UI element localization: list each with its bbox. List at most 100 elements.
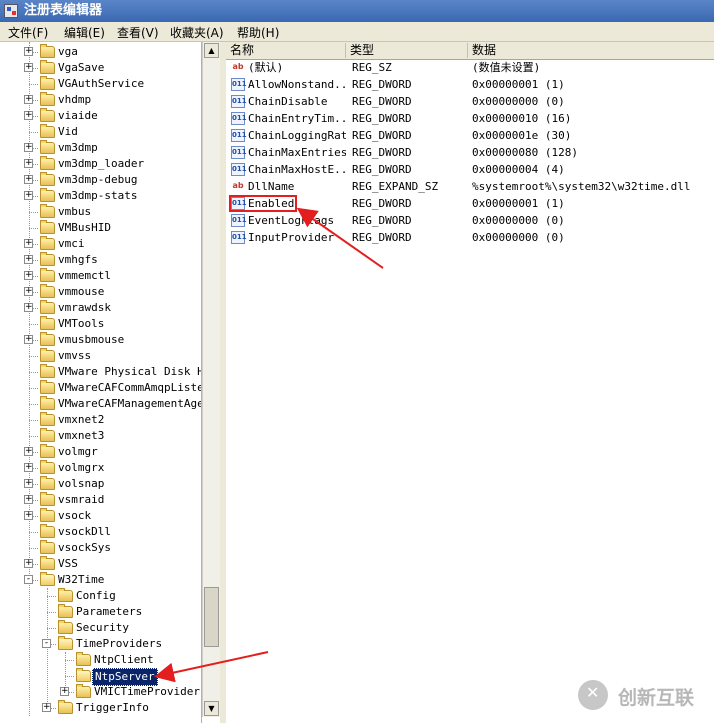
expand-icon[interactable]: + bbox=[24, 95, 33, 104]
scroll-up-button[interactable]: ▲ bbox=[204, 43, 219, 58]
tree-item[interactable]: + viaide bbox=[0, 108, 201, 124]
tree-item[interactable]: + VgaSave bbox=[0, 60, 201, 76]
registry-values-list[interactable]: 名称 类型 数据 ab (默认) REG_SZ (数值未设置) 011 AllowNons… bbox=[226, 42, 714, 723]
column-header-data[interactable]: 数据 bbox=[468, 43, 714, 58]
tree-item[interactable]: vmxnet2 bbox=[0, 412, 201, 428]
tree-item[interactable]: + vsock bbox=[0, 508, 201, 524]
expand-icon[interactable]: + bbox=[24, 63, 33, 72]
registry-key-tree[interactable]: + vga + VgaSave VGAuthService + vhdmp + viaide Vi… bbox=[0, 42, 202, 723]
value-row[interactable]: 011 EventLogFlags REG_DWORD 0x00000000 (0) bbox=[226, 212, 714, 229]
value-row[interactable]: ab (默认) REG_SZ (数值未设置) bbox=[226, 59, 714, 76]
value-row[interactable]: 011 ChainMaxEntries REG_DWORD 0x00000080 (1… bbox=[226, 144, 714, 161]
expand-icon[interactable]: + bbox=[24, 479, 33, 488]
expand-icon[interactable]: + bbox=[42, 703, 51, 712]
tree-item[interactable]: + vm3dmp-stats bbox=[0, 188, 201, 204]
expand-icon[interactable]: + bbox=[24, 447, 33, 456]
tree-scrollbar[interactable]: ▲ ▼ bbox=[202, 42, 220, 717]
tree-item[interactable]: Vid bbox=[0, 124, 201, 140]
tree-item[interactable]: vmxnet3 bbox=[0, 428, 201, 444]
expand-icon[interactable]: + bbox=[24, 159, 33, 168]
value-row[interactable]: 011 ChainLoggingRate REG_DWORD 0x0000001e (… bbox=[226, 127, 714, 144]
expand-icon[interactable]: + bbox=[24, 495, 33, 504]
tree-item[interactable]: vmvss bbox=[0, 348, 201, 364]
tree-item-label: viaide bbox=[58, 109, 98, 122]
menu-edit[interactable]: 编辑(E) bbox=[64, 24, 105, 41]
menu-file[interactable]: 文件(F) bbox=[8, 24, 48, 41]
value-row[interactable]: ab DllName REG_EXPAND_SZ %systemroot%\syste… bbox=[226, 178, 714, 195]
tree-item[interactable]: + volmgrx bbox=[0, 460, 201, 476]
expand-icon[interactable]: + bbox=[24, 303, 33, 312]
collapse-icon[interactable]: - bbox=[42, 639, 51, 648]
tree-item[interactable]: + vhdmp bbox=[0, 92, 201, 108]
tree-item[interactable]: + vmmemctl bbox=[0, 268, 201, 284]
tree-item[interactable]: + volsnap bbox=[0, 476, 201, 492]
expand-icon[interactable]: + bbox=[60, 687, 69, 696]
tree-item[interactable]: vsockSys bbox=[0, 540, 201, 556]
menu-favorites[interactable]: 收藏夹(A) bbox=[170, 24, 224, 41]
tree-item[interactable]: + vm3dmp_loader bbox=[0, 156, 201, 172]
folder-icon bbox=[40, 364, 55, 378]
value-type: REG_DWORD bbox=[352, 129, 412, 142]
expand-icon[interactable]: + bbox=[24, 463, 33, 472]
column-header-name[interactable]: 名称 bbox=[226, 43, 346, 58]
expand-icon[interactable]: + bbox=[24, 239, 33, 248]
tree-item[interactable]: + vmrawdsk bbox=[0, 300, 201, 316]
tree-item[interactable]: + VMICTimeProvider bbox=[0, 684, 201, 700]
tree-item[interactable]: + vmhgfs bbox=[0, 252, 201, 268]
collapse-icon[interactable]: - bbox=[24, 575, 33, 584]
tree-item[interactable]: + vga bbox=[0, 44, 201, 60]
tree-item[interactable]: - W32Time bbox=[0, 572, 201, 588]
tree-item[interactable]: Security bbox=[0, 620, 201, 636]
tree-item[interactable]: vmbus bbox=[0, 204, 201, 220]
value-row[interactable]: 011 Enabled REG_DWORD 0x00000001 (1) bbox=[226, 195, 714, 212]
tree-item[interactable]: + VSS bbox=[0, 556, 201, 572]
expand-icon[interactable]: + bbox=[24, 175, 33, 184]
value-type: REG_DWORD bbox=[352, 146, 412, 159]
tree-item[interactable]: VMwareCAFCommAmqpListene bbox=[0, 380, 201, 396]
expand-icon[interactable]: + bbox=[24, 111, 33, 120]
tree-item[interactable]: VMwareCAFManagementAgent bbox=[0, 396, 201, 412]
tree-connector bbox=[29, 212, 38, 213]
tree-item[interactable]: VMware Physical Disk Hel bbox=[0, 364, 201, 380]
tree-item[interactable]: + vmmouse bbox=[0, 284, 201, 300]
tree-item[interactable]: - TimeProviders bbox=[0, 636, 201, 652]
folder-icon bbox=[40, 396, 55, 410]
expand-icon[interactable]: + bbox=[24, 511, 33, 520]
tree-item[interactable]: VGAuthService bbox=[0, 76, 201, 92]
value-row[interactable]: 011 InputProvider REG_DWORD 0x00000000 (0) bbox=[226, 229, 714, 246]
column-header-type[interactable]: 类型 bbox=[346, 43, 468, 58]
tree-item[interactable]: + vm3dmp-debug bbox=[0, 172, 201, 188]
tree-item[interactable]: VMBusHID bbox=[0, 220, 201, 236]
value-row[interactable]: 011 ChainEntryTim... REG_DWORD 0x00000010 (… bbox=[226, 110, 714, 127]
tree-connector bbox=[65, 660, 74, 661]
tree-item[interactable]: + vsmraid bbox=[0, 492, 201, 508]
expand-icon[interactable]: + bbox=[24, 271, 33, 280]
tree-item[interactable]: Parameters bbox=[0, 604, 201, 620]
tree-item[interactable]: NtpClient bbox=[0, 652, 201, 668]
value-row[interactable]: 011 AllowNonstand... REG_DWORD 0x00000001 (… bbox=[226, 76, 714, 93]
expand-icon[interactable]: + bbox=[24, 255, 33, 264]
tree-item[interactable]: VMTools bbox=[0, 316, 201, 332]
expand-icon[interactable]: + bbox=[24, 559, 33, 568]
tree-item[interactable]: + vmusbmouse bbox=[0, 332, 201, 348]
tree-item[interactable]: Config bbox=[0, 588, 201, 604]
tree-item[interactable]: NtpServer bbox=[0, 668, 201, 686]
menu-view[interactable]: 查看(V) bbox=[117, 24, 159, 41]
expand-icon[interactable]: + bbox=[24, 47, 33, 56]
expand-icon[interactable]: + bbox=[24, 287, 33, 296]
value-row[interactable]: 011 ChainMaxHostE... REG_DWORD 0x00000004 (… bbox=[226, 161, 714, 178]
scroll-thumb[interactable] bbox=[204, 587, 219, 647]
value-row[interactable]: 011 ChainDisable REG_DWORD 0x00000000 (0) bbox=[226, 93, 714, 110]
scroll-down-button[interactable]: ▼ bbox=[204, 701, 219, 716]
expand-icon[interactable]: + bbox=[24, 191, 33, 200]
tree-item[interactable]: + volmgr bbox=[0, 444, 201, 460]
menu-help[interactable]: 帮助(H) bbox=[237, 24, 279, 41]
tree-item[interactable]: + vmci bbox=[0, 236, 201, 252]
expand-icon[interactable]: + bbox=[24, 335, 33, 344]
tree-item-label: vsockSys bbox=[58, 541, 111, 554]
tree-item[interactable]: vsockDll bbox=[0, 524, 201, 540]
tree-item-label: VgaSave bbox=[58, 61, 105, 74]
tree-item[interactable]: + vm3dmp bbox=[0, 140, 201, 156]
tree-item[interactable]: + TriggerInfo bbox=[0, 700, 201, 716]
expand-icon[interactable]: + bbox=[24, 143, 33, 152]
